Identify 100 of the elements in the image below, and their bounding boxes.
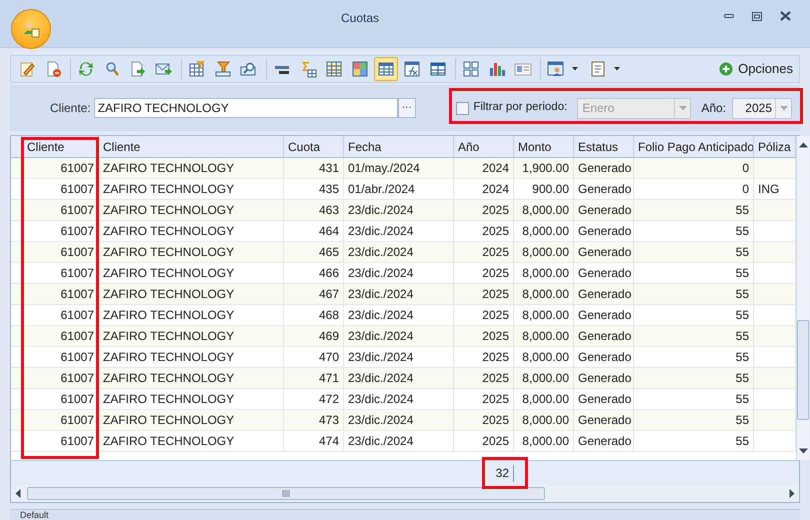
table-cell-text: 23/dic./2024 (348, 349, 414, 366)
table-cell-text: ZAFIRO TECHNOLOGY (103, 370, 234, 387)
options-button[interactable]: Opciones (713, 56, 799, 82)
layout-icon (462, 60, 480, 78)
table-cell-text: Generado (578, 412, 632, 429)
filter-icon (214, 60, 232, 78)
user-document-icon (21, 19, 41, 39)
table-cell-text: 2024 (482, 181, 509, 198)
table-cell-text: 2025 (482, 265, 509, 282)
table-cell-text: Generado (578, 307, 632, 324)
year-label: Año: (701, 100, 726, 117)
table-cell-text: ZAFIRO TECHNOLOGY (103, 286, 234, 303)
scroll-right-icon[interactable] (789, 489, 795, 498)
table-cell-text: 464 (318, 223, 339, 240)
scroll-left-icon[interactable] (15, 489, 21, 498)
table-cell-text: 55 (736, 265, 749, 282)
table-cell-text: 23/dic./2024 (348, 244, 414, 261)
close-icon (780, 11, 790, 21)
formula-table-icon (403, 60, 421, 78)
table-cell-text: Generado (578, 349, 632, 366)
table-cell-text: ZAFIRO TECHNOLOGY (103, 181, 234, 198)
period-checkbox[interactable] (456, 102, 470, 114)
table-cell-text: 474 (318, 433, 339, 450)
table-cell-text: Generado (578, 181, 632, 198)
table-cell-text: 472 (318, 391, 339, 408)
table-cell-text: 2025 (482, 328, 509, 345)
row-count: 32 (496, 465, 509, 482)
table-filter-icon (188, 60, 206, 78)
pencil-icon (18, 60, 36, 78)
table-cell-text: 8,000.00 (522, 370, 569, 387)
horizontal-scrollbar[interactable] (11, 485, 799, 502)
notes-icon (589, 60, 607, 78)
table-cell-text: 55 (736, 244, 749, 261)
table-cell-text: 2025 (482, 391, 509, 408)
column-header[interactable]: Monto (514, 136, 574, 157)
table-cell-text: 23/dic./2024 (348, 265, 414, 282)
table-icon (429, 60, 447, 78)
sum-icon (299, 60, 317, 78)
table-cell-text: 466 (318, 265, 339, 282)
window-title: Cuotas (340, 10, 380, 27)
table-cell-text: 23/dic./2024 (348, 412, 414, 429)
table-cell-text: 55 (736, 412, 749, 429)
columns-icon (325, 60, 343, 78)
table-cell-text: 61007 (60, 307, 94, 324)
client-field[interactable]: ZAFIRO TECHNOLOGY (94, 98, 398, 118)
table-cell-text: 61007 (60, 181, 94, 198)
app-menu-button[interactable] (11, 9, 51, 49)
table-cell-text: 61007 (60, 286, 94, 303)
table-cell-text: 23/dic./2024 (348, 286, 414, 303)
caret-icon[interactable] (612, 66, 622, 72)
table-cell-text: 468 (318, 307, 339, 324)
table-cell-text: 55 (736, 286, 749, 303)
table-cell-text: Generado (578, 370, 632, 387)
column-header[interactable]: Cliente (99, 136, 284, 157)
color-grid-icon (351, 60, 369, 78)
table-cell-text: 2024 (482, 160, 509, 177)
scroll-up-icon[interactable] (798, 142, 808, 148)
table-cell-text: 8,000.00 (522, 328, 569, 345)
table-cell-text: ZAFIRO TECHNOLOGY (103, 160, 234, 177)
table-cell-text: 467 (318, 286, 339, 303)
zoom-icon (240, 60, 258, 78)
column-header[interactable]: Año (454, 136, 514, 157)
year-dropdown[interactable]: 2025 (732, 98, 792, 118)
table-cell-text: 8,000.00 (522, 244, 569, 261)
table-cell-text: 23/dic./2024 (348, 433, 414, 450)
column-header[interactable]: Fecha (344, 136, 454, 157)
column-header[interactable]: Cliente (23, 136, 99, 157)
table-cell-text: Generado (578, 286, 632, 303)
table-cell-text: 8,000.00 (522, 202, 569, 219)
table-cell-text: 2025 (482, 433, 509, 450)
table-cell-text: 23/dic./2024 (348, 202, 414, 219)
scrollbar-thumb[interactable] (27, 487, 545, 500)
table-cell-text: 55 (736, 328, 749, 345)
table-cell-text: ZAFIRO TECHNOLOGY (103, 349, 234, 366)
caret-icon (678, 106, 687, 110)
table-cell-text: 435 (318, 181, 339, 198)
toolbar-button[interactable] (374, 57, 398, 81)
table-cell-text: 469 (318, 328, 339, 345)
table-cell-text: Generado (578, 265, 632, 282)
table-cell-text: 470 (318, 349, 339, 366)
scroll-down-icon[interactable] (798, 448, 808, 454)
table-cell-text: 23/dic./2024 (348, 307, 414, 324)
table-cell-text: 55 (736, 349, 749, 366)
table-icon (377, 60, 395, 78)
table-cell-text: 473 (318, 412, 339, 429)
table-cell-text: 61007 (60, 202, 94, 219)
table-cell-text: 8,000.00 (522, 223, 569, 240)
table-cell-text: 23/dic./2024 (348, 391, 414, 408)
table-cell-text: ING (758, 181, 780, 198)
browse-button[interactable]: ··· (398, 98, 416, 118)
caret-icon[interactable] (570, 66, 580, 72)
table-cell-text: 8,000.00 (522, 265, 569, 282)
vertical-scrollbar[interactable] (796, 136, 809, 460)
table-cell-text: 8,000.00 (522, 433, 569, 450)
table-cell-text: 61007 (60, 433, 94, 450)
column-header[interactable]: Cuota (284, 136, 344, 157)
column-header[interactable]: Estatus (574, 136, 634, 157)
scrollbar-thumb[interactable] (797, 320, 809, 420)
table-cell-text: ZAFIRO TECHNOLOGY (103, 391, 234, 408)
table-cell-text: 01/abr./2024 (348, 181, 415, 198)
